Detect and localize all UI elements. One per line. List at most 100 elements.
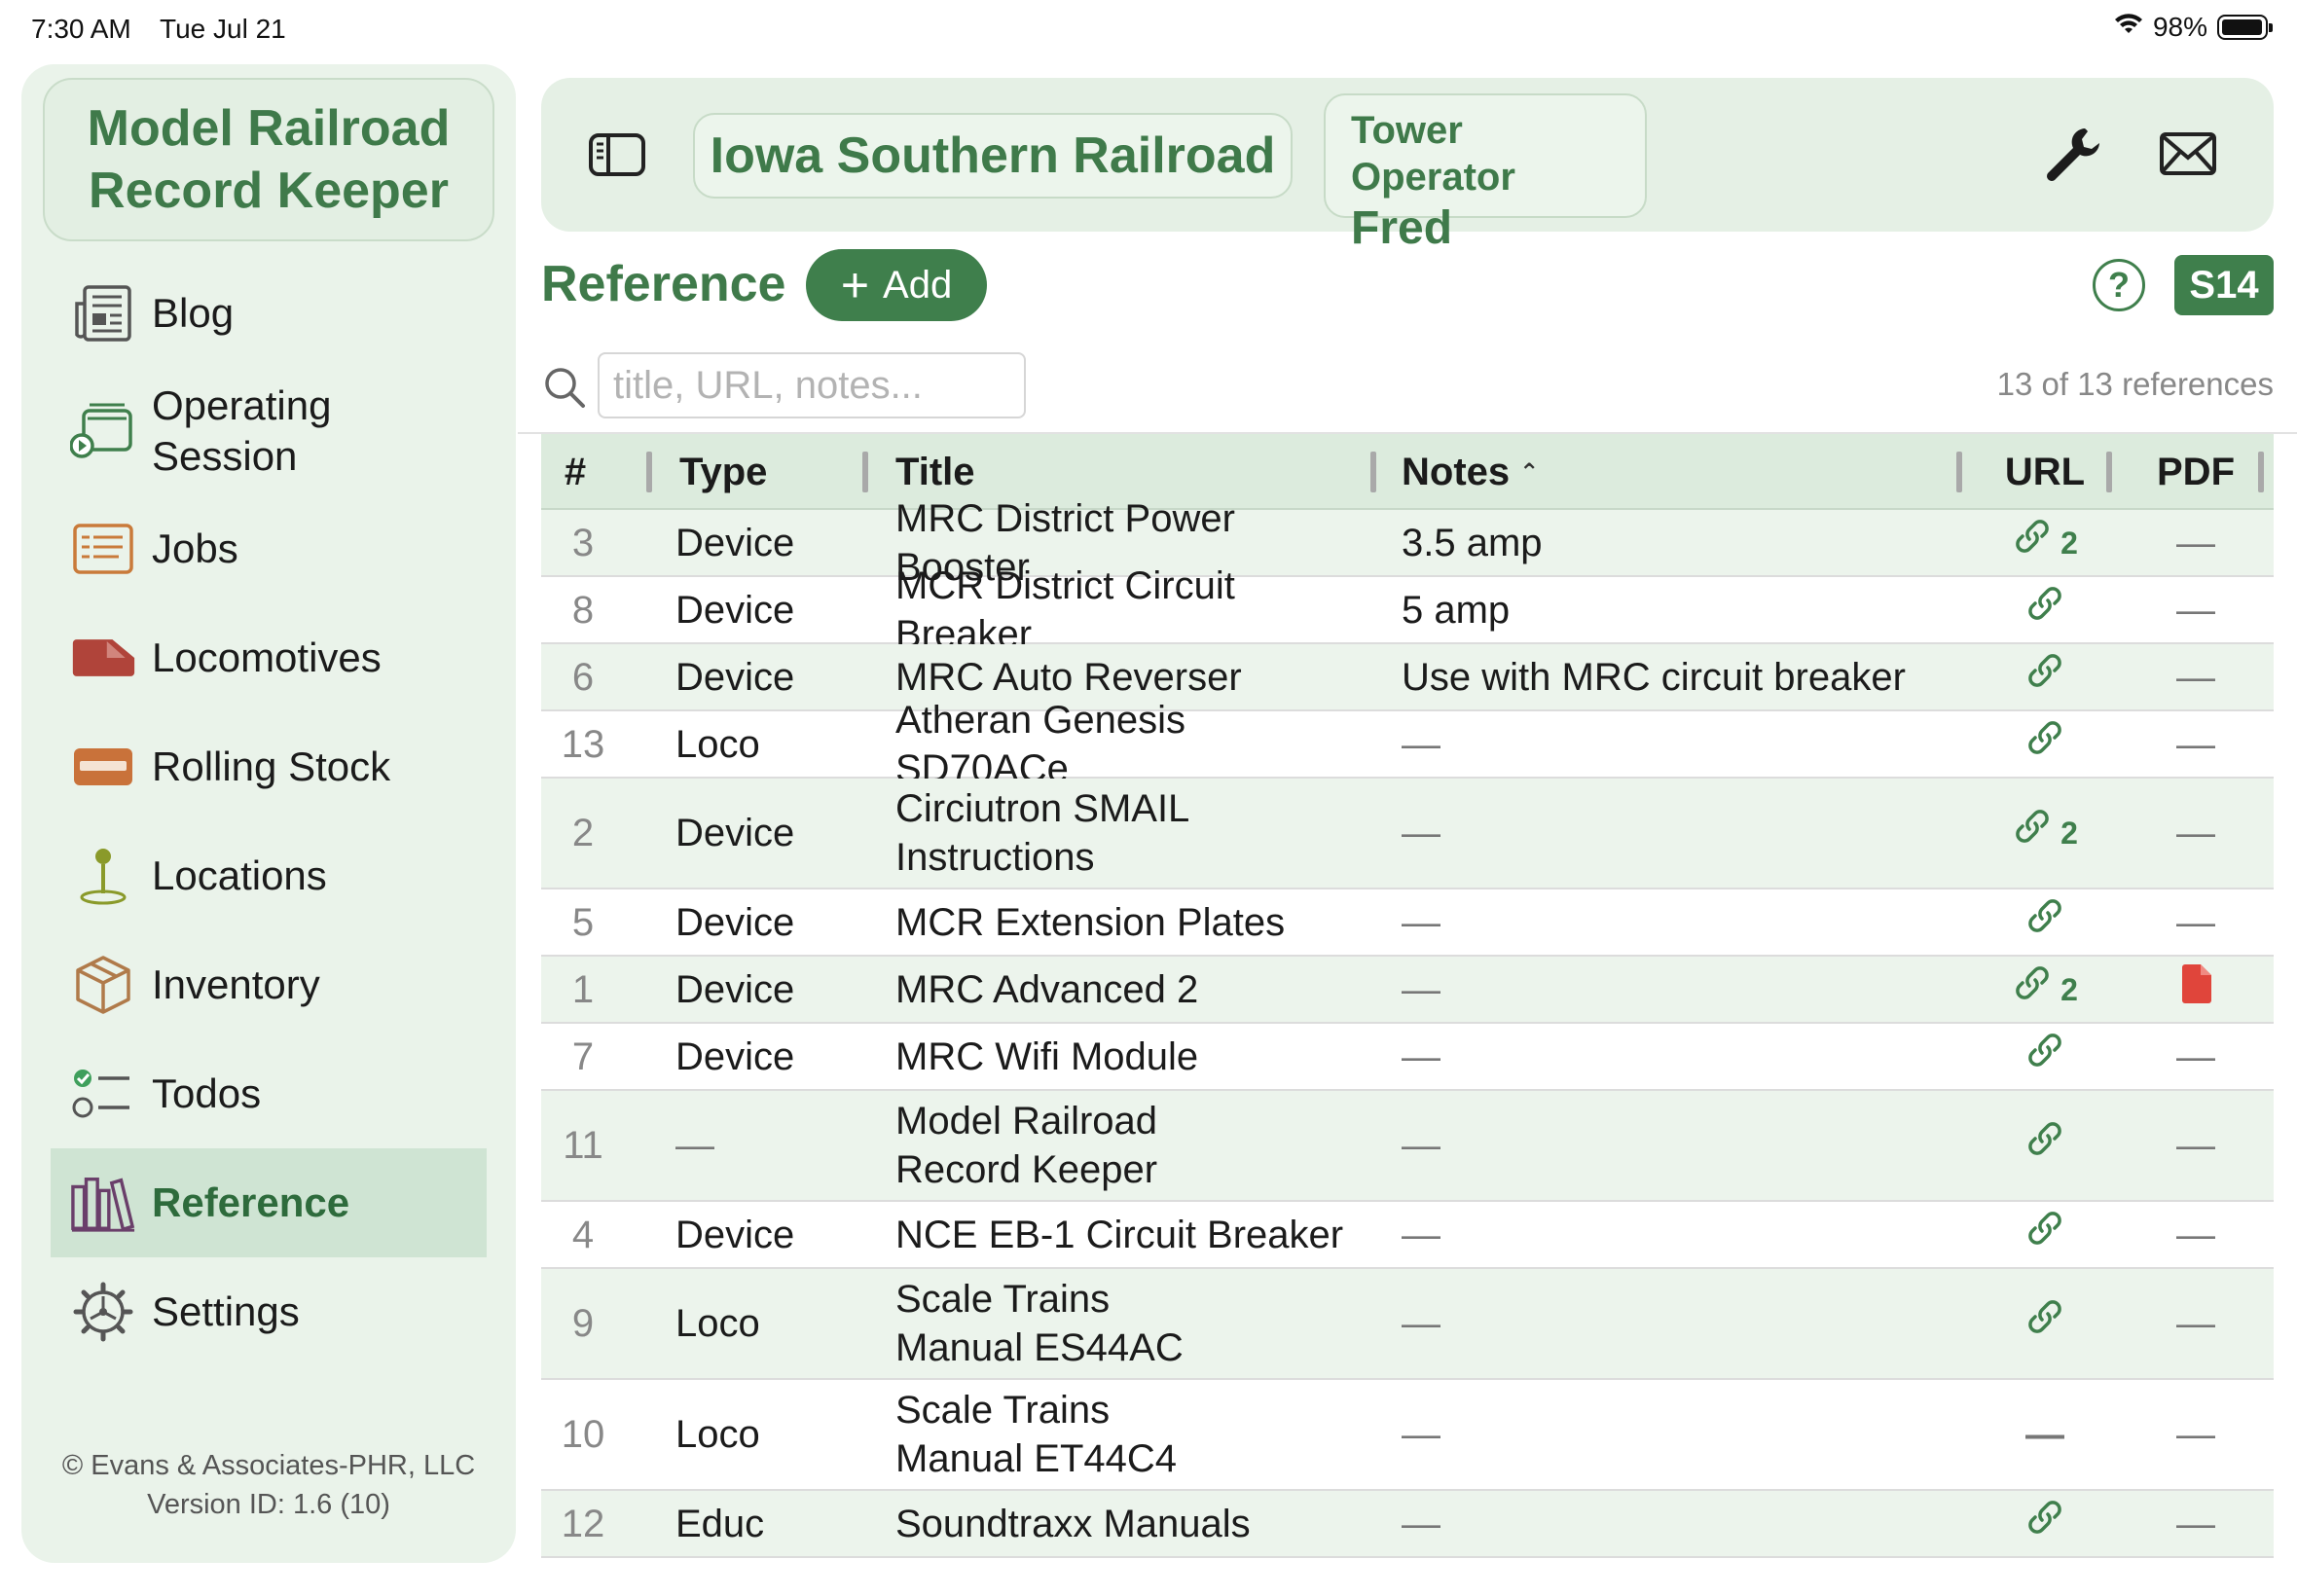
operator-name: Fred	[1351, 202, 1453, 254]
status-right: 98%	[2114, 12, 2273, 43]
table-row[interactable]: 12 Educ Soundtraxx Manuals — —	[541, 1491, 2274, 1558]
cell-pdf: —	[2137, 1091, 2254, 1200]
cell-url[interactable]: 2	[1991, 957, 2098, 1022]
sidebar-item-blog[interactable]: Blog	[51, 259, 487, 368]
column-header-notes[interactable]: Notes ⌃	[1402, 434, 1539, 510]
sidebar-item-jobs[interactable]: Jobs	[51, 494, 487, 603]
column-header-pdf[interactable]: PDF	[2137, 434, 2254, 510]
cell-title: Scale Trains Manual ES44AC	[895, 1278, 1184, 1369]
copyright-footer: © Evans & Associates-PHR, LLC Version ID…	[21, 1446, 516, 1524]
mail-button[interactable]	[2159, 130, 2217, 177]
link-icon	[2024, 717, 2065, 772]
cell-url[interactable]: 2	[1991, 779, 2098, 888]
sidebar-toggle-icon	[589, 133, 645, 176]
table-row[interactable]: 2 Device Circiutron SMAIL Instructions — 2 —	[541, 779, 2274, 889]
sidebar-item-inventory[interactable]: Inventory	[51, 930, 487, 1039]
column-header-url[interactable]: URL	[1991, 434, 2098, 510]
empty-dash: —	[2025, 1413, 2064, 1456]
cell-url[interactable]	[1991, 1269, 2098, 1378]
column-divider[interactable]	[1370, 452, 1376, 492]
cell-notes: —	[1402, 1034, 1440, 1078]
help-button[interactable]: ?	[2093, 259, 2145, 311]
cell-title: Circiutron SMAIL Instructions	[895, 787, 1190, 879]
empty-dash: —	[2176, 900, 2215, 944]
cell-num: 11	[563, 1124, 603, 1167]
railroad-selector-button[interactable]: Iowa Southern Railroad	[693, 113, 1293, 199]
column-divider[interactable]	[862, 452, 868, 492]
table-row[interactable]: 3 Device MRC District Power Booster 3.5 amp…	[541, 497, 2274, 589]
sidebar-item-settings[interactable]: Settings	[51, 1257, 487, 1366]
link-icon	[2012, 962, 2053, 1017]
cell-pdf[interactable]	[2137, 957, 2254, 1022]
cell-type: Loco	[675, 722, 760, 766]
cell-url[interactable]: 2	[1991, 510, 2098, 575]
column-divider[interactable]	[1956, 452, 1962, 492]
cell-url[interactable]	[1991, 577, 2098, 642]
column-divider[interactable]	[646, 452, 652, 492]
sidebar-item-reference[interactable]: Reference	[51, 1148, 487, 1257]
cell-url[interactable]	[1991, 1491, 2098, 1556]
operator-button[interactable]: Tower Operator Fred	[1324, 93, 1647, 254]
table-row[interactable]: 4 Device NCE EB-1 Circuit Breaker — —	[541, 1202, 2274, 1269]
page-title: Reference	[541, 256, 786, 312]
table-row[interactable]: 7 Device MRC Wifi Module — —	[541, 1024, 2274, 1091]
sidebar-item-label: Jobs	[152, 526, 238, 571]
search-input[interactable]	[598, 352, 1026, 418]
app-title-box: Model Railroad Record Keeper	[43, 78, 494, 241]
sidebar-toggle-button[interactable]	[588, 130, 646, 179]
tools-button[interactable]	[2040, 123, 2106, 189]
cell-url[interactable]	[1991, 711, 2098, 777]
sidebar-item-label: Rolling Stock	[152, 744, 391, 789]
scale-badge-button[interactable]: S14	[2174, 255, 2274, 315]
cell-url[interactable]	[1991, 644, 2098, 709]
cell-title: MCR District Circuit Breaker	[895, 563, 1235, 656]
table-row[interactable]: 9 Loco Scale Trains Manual ES44AC — —	[541, 1269, 2274, 1380]
plus-icon: +	[840, 258, 870, 312]
sidebar-item-locations[interactable]: Locations	[51, 821, 487, 930]
rolling-stock-icon	[70, 734, 136, 800]
empty-dash: —	[2176, 812, 2215, 854]
cell-type: Device	[675, 900, 795, 944]
sidebar-item-operating-session[interactable]: Operating Session	[51, 368, 487, 494]
column-header-type[interactable]: Type	[679, 434, 767, 510]
cell-title: NCE EB-1 Circuit Breaker	[895, 1213, 1344, 1256]
status-time: 7:30 AM	[31, 14, 131, 44]
column-header-num[interactable]: #	[541, 434, 609, 510]
column-divider[interactable]	[2106, 452, 2112, 492]
table-row[interactable]: 10 Loco Scale Trains Manual ET44C4 — — —	[541, 1380, 2274, 1491]
table-row[interactable]: 13 Loco Atheran Genesis SD70ACe — —	[541, 698, 2274, 790]
cell-pdf: —	[2137, 1024, 2254, 1089]
empty-dash: —	[2176, 1034, 2215, 1078]
table-row[interactable]: 8 Device MCR District Circuit Breaker 5 amp…	[541, 563, 2274, 656]
table-row[interactable]: 5 Device MCR Extension Plates — —	[541, 889, 2274, 957]
cell-num: 13	[561, 722, 605, 766]
cell-num: 8	[571, 588, 595, 632]
empty-dash: —	[2176, 1213, 2215, 1256]
cell-pdf: —	[2137, 1202, 2254, 1267]
column-divider[interactable]	[2258, 452, 2264, 492]
sidebar-item-locomotives[interactable]: Locomotives	[51, 603, 487, 712]
table-row[interactable]: 1 Device MRC Advanced 2 — 2	[541, 957, 2274, 1024]
table-row[interactable]: 11 — Model Railroad Record Keeper — —	[541, 1091, 2274, 1202]
app-root: 7:30 AM Tue Jul 21 98% Model Railroad Re…	[0, 0, 2297, 1596]
sidebar-item-rolling-stock[interactable]: Rolling Stock	[51, 712, 487, 821]
sort-ascending-icon: ⌃	[1519, 458, 1540, 486]
cell-type: Device	[675, 967, 795, 1011]
cell-url[interactable]	[1991, 889, 2098, 955]
add-reference-button[interactable]: + Add	[806, 249, 987, 321]
cell-url[interactable]	[1991, 1024, 2098, 1089]
cell-num: 6	[571, 655, 595, 699]
sidebar-item-todos[interactable]: Todos	[51, 1039, 487, 1148]
cell-notes: —	[1402, 1213, 1440, 1256]
link-icon	[2012, 806, 2053, 860]
cell-type: Device	[675, 521, 795, 564]
cell-type: Device	[675, 588, 795, 632]
table-row[interactable]: 6 Device MRC Auto Reverser Use with MRC cir…	[541, 644, 2274, 711]
cell-url[interactable]	[1991, 1202, 2098, 1267]
empty-dash: —	[2176, 1302, 2215, 1345]
empty-dash: —	[2176, 588, 2215, 632]
cell-pdf: —	[2137, 711, 2254, 777]
cell-title: Atheran Genesis SD70ACe	[895, 698, 1185, 790]
cell-url[interactable]	[1991, 1091, 2098, 1200]
link-icon	[2024, 1118, 2065, 1173]
